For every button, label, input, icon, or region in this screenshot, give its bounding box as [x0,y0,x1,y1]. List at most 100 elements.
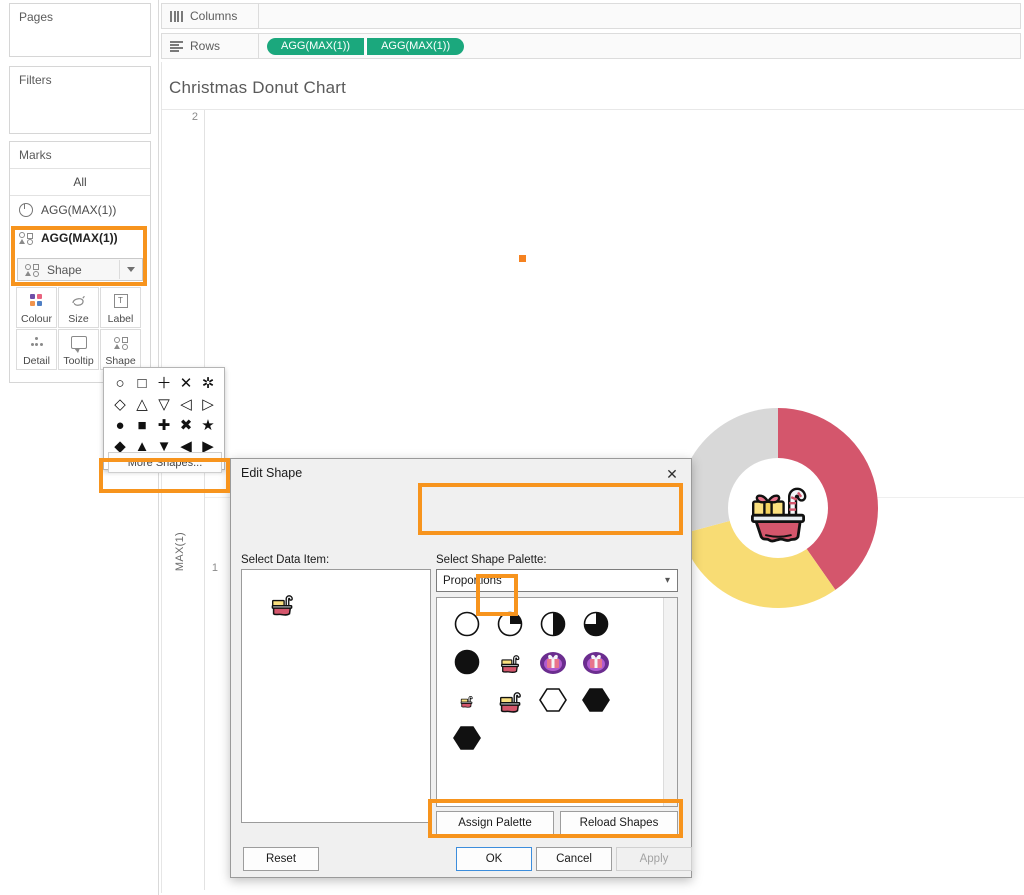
y-axis-tick-2: 2 [191,111,198,123]
rows-pill-2[interactable]: AGG(MAX(1)) [366,37,465,55]
basic-shape-9[interactable]: ▷ [197,394,219,415]
edit-shape-dialog: Edit Shape ✕ Select Data Item: Select Sh… [230,458,692,878]
tooltip-card-button[interactable]: Tooltip [58,329,99,370]
label-card-button[interactable]: T Label [100,287,141,328]
palette-shape-santa-bag-small[interactable] [488,643,531,681]
y-axis-title: MAX(1) [174,532,186,572]
palette-shape-santa-bag-tiny[interactable] [445,681,488,719]
size-card-label: Size [68,313,89,325]
marks-all-tab[interactable]: All [10,168,150,196]
page-title[interactable]: Christmas Donut Chart [169,78,346,98]
palette-shape-hexagon-filled[interactable] [574,681,617,719]
y-axis-line [204,110,205,890]
tooltip-card-label: Tooltip [63,355,94,367]
ok-button[interactable]: OK [456,847,532,871]
basic-shape-4[interactable]: ✲ [197,373,219,394]
palette-shape-santa-bag-large[interactable] [488,681,531,719]
palette-shape-circle-empty[interactable] [445,605,488,643]
reset-button[interactable]: Reset [243,847,319,871]
rows-drop-zone[interactable]: AGG(MAX(1)) AGG(MAX(1)) [259,33,1021,59]
palette-shape-grid [445,605,617,757]
filters-card[interactable]: Filters [9,66,151,134]
rows-pill-1[interactable]: AGG(MAX(1)) [267,37,365,55]
chevron-down-icon[interactable] [119,260,142,279]
columns-drop-zone[interactable] [259,3,1021,29]
shape-icon [25,263,39,277]
palette-shape-hexagon-filled-2[interactable] [445,719,488,757]
donut-chart[interactable] [678,408,1000,730]
colour-card-button[interactable]: Colour [16,287,57,328]
mark-row-agg-1[interactable]: AGG(MAX(1)) [10,196,150,224]
shape-card-button[interactable]: Shape [100,329,141,370]
chevron-down-icon: ▾ [664,575,670,586]
data-item-list[interactable] [241,569,431,823]
basic-shape-11[interactable]: ■ [131,415,153,436]
shape-card-label: Shape [105,355,136,367]
hexagon-filled-icon [581,688,610,712]
shape-list-scrollbar[interactable] [663,598,677,806]
circle-half-icon [540,611,565,637]
palette-shape-circle-full[interactable] [445,643,488,681]
palette-shape-circle-three-quarter[interactable] [574,605,617,643]
basic-shape-grid: ○ □ ＋ ✕ ✲ ◇ △ ▽ ◁ ▷ ● ■ ✚ ✖ ★ ◆ ▲ ▼ ◀ ▶ [109,373,219,457]
cancel-button[interactable]: Cancel [536,847,612,871]
basic-shape-12[interactable]: ✚ [153,415,175,436]
palette-shape-hexagon-outline[interactable] [531,681,574,719]
basic-shape-2[interactable]: ＋ [153,373,175,394]
shape-mark-icon [19,232,33,245]
santa-bag-large-icon [499,692,521,713]
palette-shape-gift-purple-a[interactable] [531,643,574,681]
basic-shape-3[interactable]: ✕ [175,373,197,394]
shape-palette-select[interactable]: Proportions ▾ [436,569,678,592]
detail-icon [30,336,44,349]
basic-shape-14[interactable]: ★ [197,415,219,436]
rows-icon [170,40,183,52]
pie-mark-icon [19,203,33,217]
shape-dropdown-pill[interactable]: Shape [17,258,143,281]
pages-card[interactable]: Pages [9,3,151,57]
label-card-label: Label [107,313,134,325]
basic-shape-6[interactable]: △ [131,394,153,415]
rows-shelf-label: Rows [161,33,259,59]
shape-palette-list[interactable] [436,597,678,807]
basic-shape-7[interactable]: ▽ [153,394,175,415]
y-axis-tick-1: 1 [211,562,218,574]
basic-shape-5[interactable]: ◇ [109,394,131,415]
basic-shape-1[interactable]: □ [131,373,153,394]
shape-palette-popup[interactable]: ○ □ ＋ ✕ ✲ ◇ △ ▽ ◁ ▷ ● ■ ✚ ✖ ★ ◆ ▲ ▼ ◀ ▶ More Shapes... [103,367,225,473]
donut-svg [678,408,878,608]
mark-row-agg-2[interactable]: AGG(MAX(1)) [10,224,150,252]
basic-shape-8[interactable]: ◁ [175,394,197,415]
shape-palette-value: Proportions [443,574,502,587]
santa-bag-tiny-icon [460,695,473,708]
columns-shelf: Columns [161,3,1021,29]
reload-shapes-button[interactable]: Reload Shapes [560,811,678,835]
columns-shelf-label: Columns [161,3,259,29]
santa-bag-with-gifts-icon [751,487,807,543]
palette-shape-gift-purple-b[interactable] [574,643,617,681]
mark-row-label: AGG(MAX(1)) [41,231,118,245]
basic-shape-10[interactable]: ● [109,415,131,436]
basic-shape-13[interactable]: ✖ [175,415,197,436]
detail-card-button[interactable]: Detail [16,329,57,370]
basic-shape-0[interactable]: ○ [109,373,131,394]
rows-shelf: Rows AGG(MAX(1)) AGG(MAX(1)) [161,33,1021,59]
palette-shape-circle-half[interactable] [531,605,574,643]
circle-empty-icon [454,611,479,637]
close-icon[interactable]: ✕ [659,463,685,485]
label-icon: T [113,293,128,308]
tooltip-icon [70,336,87,353]
more-shapes-button[interactable]: More Shapes... [108,452,222,473]
marks-card-buttons: Colour Size T Label Detail Tooltip Shape [16,287,143,370]
dialog-titlebar[interactable]: Edit Shape ✕ [231,459,691,489]
circle-full-icon [454,649,479,675]
santa-bag-shape-icon[interactable] [267,588,297,618]
assign-palette-button[interactable]: Assign Palette [436,811,554,835]
colour-swatch-icon [30,294,43,307]
shape-icon [113,336,128,350]
mark-point[interactable] [519,255,526,262]
select-shape-palette-label: Select Shape Palette: [436,554,547,566]
palette-shape-circle-quarter[interactable] [488,605,531,643]
filters-title: Filters [19,73,52,87]
size-card-button[interactable]: Size [58,287,99,328]
